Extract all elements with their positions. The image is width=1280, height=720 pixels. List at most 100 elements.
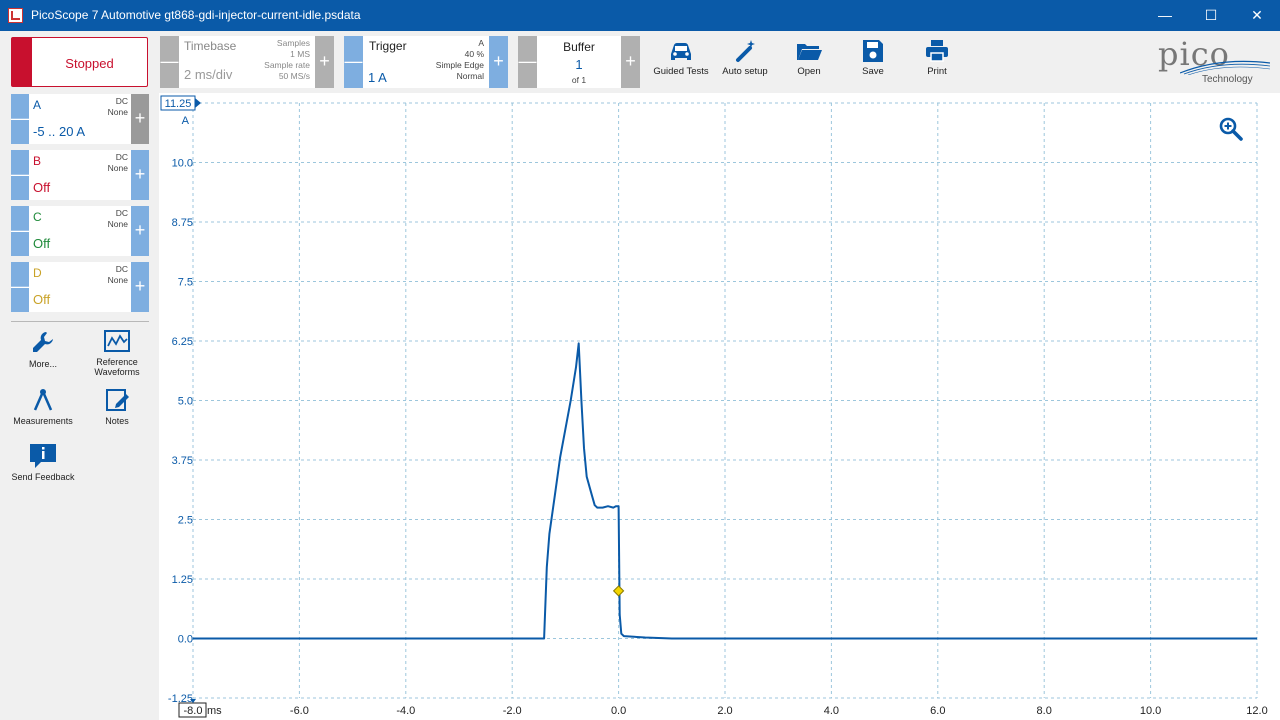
auto-setup-label: Auto setup	[722, 66, 768, 77]
channel-c-panel[interactable]: — C DC None Off +	[11, 206, 149, 256]
buffer-previous-button[interactable]: —	[518, 36, 537, 88]
title-bar: PicoScope 7 Automotive gt868-gdi-injecto…	[0, 0, 1280, 31]
trigger-decrease-button[interactable]: —	[344, 36, 363, 88]
pico-technology-logo: pico Technology	[1150, 35, 1270, 89]
channel-b-coupling: DC None	[107, 152, 128, 173]
y-axis-unit: A	[182, 115, 190, 127]
x-tick-label: 8.0	[1037, 705, 1052, 717]
measurements-button[interactable]: Measurements	[8, 387, 78, 426]
trigger-increase-button[interactable]: +	[489, 36, 508, 88]
x-axis-unit: ms	[207, 705, 222, 717]
channel-a-panel[interactable]: — A DC None -5 .. 20 A +	[11, 94, 149, 144]
sidebar-divider	[11, 321, 149, 322]
zoom-icon[interactable]	[1218, 116, 1244, 142]
print-label: Print	[927, 66, 947, 77]
logo-swoosh-graphic	[1180, 60, 1270, 75]
floppy-disk-icon	[863, 40, 883, 62]
guided-tests-button[interactable]: Guided Tests	[649, 36, 713, 86]
buffer-label: Buffer	[563, 40, 595, 54]
channel-b-name: B	[33, 154, 42, 168]
channel-b-increase-button[interactable]: +	[131, 150, 149, 200]
send-feedback-button[interactable]: Send Feedback	[8, 443, 78, 482]
channel-a-decrease-button[interactable]: —	[11, 94, 29, 144]
x-tick-label: -8.0	[184, 705, 203, 717]
run-status-label: Stopped	[65, 56, 114, 71]
channel-b-panel[interactable]: — B DC None Off +	[11, 150, 149, 200]
y-tick-label: 1.25	[172, 574, 193, 586]
trigger-label: Trigger	[369, 39, 407, 53]
timebase-label: Timebase	[184, 39, 237, 53]
channel-c-increase-button[interactable]: +	[131, 206, 149, 256]
auto-setup-button[interactable]: Auto setup	[713, 36, 777, 86]
run-stop-button[interactable]: Stopped	[11, 37, 148, 87]
timebase-details: Samples 1 MS Sample rate 50 MS/s	[264, 38, 310, 81]
x-tick-label: 2.0	[717, 705, 732, 717]
channel-d-panel[interactable]: — D DC None Off +	[11, 262, 149, 312]
maximize-icon[interactable]: ☐	[1188, 0, 1234, 31]
y-tick-label: 5.0	[178, 396, 193, 408]
timebase-increase-button[interactable]: +	[315, 36, 334, 88]
magic-wand-icon	[736, 40, 755, 62]
channel-c-range[interactable]: Off	[33, 236, 50, 251]
buffer-value[interactable]: 1	[537, 57, 621, 72]
x-tick-label: 0.0	[611, 705, 626, 717]
channel-a-coupling: DC None	[107, 96, 128, 117]
timebase-value[interactable]: 2 ms/div	[184, 67, 232, 82]
channel-d-increase-button[interactable]: +	[131, 262, 149, 312]
wrench-icon	[33, 332, 53, 352]
print-button[interactable]: Print	[905, 36, 969, 86]
save-button[interactable]: Save	[841, 36, 905, 86]
guided-tests-label: Guided Tests	[653, 66, 709, 77]
waveform-chart[interactable]: 11.2510.08.757.56.255.03.752.51.250.0-1.…	[159, 93, 1280, 720]
x-tick-label: -6.0	[290, 705, 309, 717]
channel-d-name: D	[33, 266, 42, 280]
trigger-control: — Trigger 1 A A 40 % Simple Edge Normal …	[344, 36, 508, 88]
y-axis-max-arrow-icon	[195, 98, 201, 108]
x-tick-label: 6.0	[930, 705, 945, 717]
printer-icon	[926, 40, 948, 62]
scope-view[interactable]: 11.25 10.0 8.75 7.5 6.25 5.0 3.75 2.5 1.25 0.0 -1.…	[159, 93, 1280, 720]
channel-c-coupling: DC None	[107, 208, 128, 229]
channel-d-decrease-button[interactable]: —	[11, 262, 29, 312]
close-icon[interactable]: ✕	[1234, 0, 1280, 31]
channel-b-decrease-button[interactable]: —	[11, 150, 29, 200]
y-tick-label: 6.25	[172, 336, 193, 348]
channel-c-decrease-button[interactable]: —	[11, 206, 29, 256]
channel-a-name: A	[33, 98, 42, 112]
timebase-control: — Timebase 2 ms/div Samples 1 MS Sample …	[160, 36, 334, 88]
window-title: PicoScope 7 Automotive gt868-gdi-injecto…	[31, 8, 361, 22]
save-label: Save	[862, 66, 884, 77]
trigger-details: A 40 % Simple Edge Normal	[435, 38, 484, 81]
car-icon	[671, 43, 691, 60]
buffer-next-button[interactable]: +	[621, 36, 640, 88]
x-tick-label: -2.0	[503, 705, 522, 717]
trigger-marker-icon	[612, 585, 625, 597]
measurement-compass-icon	[33, 389, 53, 411]
channel-b-range[interactable]: Off	[33, 180, 50, 195]
open-label: Open	[797, 66, 821, 77]
x-tick-label: 4.0	[824, 705, 839, 717]
y-tick-label: 10.0	[172, 158, 193, 170]
picoscope-app-icon	[8, 8, 23, 23]
trigger-level[interactable]: 1 A	[368, 70, 387, 85]
buffer-total: of 1	[571, 75, 587, 85]
x-tick-label: -4.0	[396, 705, 415, 717]
minimize-icon[interactable]: —	[1142, 0, 1188, 31]
channel-a-increase-button[interactable]: +	[131, 94, 149, 144]
notes-icon	[106, 389, 129, 411]
channel-a-range[interactable]: -5 .. 20 A	[33, 124, 85, 139]
channel-c-name: C	[33, 210, 42, 224]
y-tick-label: 11.25	[165, 98, 192, 110]
reference-waveform-icon	[104, 330, 130, 352]
y-tick-label: 3.75	[172, 455, 193, 467]
more-button[interactable]: More...	[8, 330, 78, 369]
reference-waveforms-button[interactable]: Reference Waveforms	[82, 330, 152, 377]
x-tick-label: 10.0	[1140, 705, 1161, 717]
channel-d-range[interactable]: Off	[33, 292, 50, 307]
open-button[interactable]: Open	[777, 36, 841, 86]
timebase-decrease-button[interactable]: —	[160, 36, 179, 88]
y-tick-label: 0.0	[178, 634, 193, 646]
y-tick-label: 8.75	[172, 217, 193, 229]
notes-button[interactable]: Notes	[82, 387, 152, 426]
y-tick-label: 7.5	[178, 277, 193, 289]
